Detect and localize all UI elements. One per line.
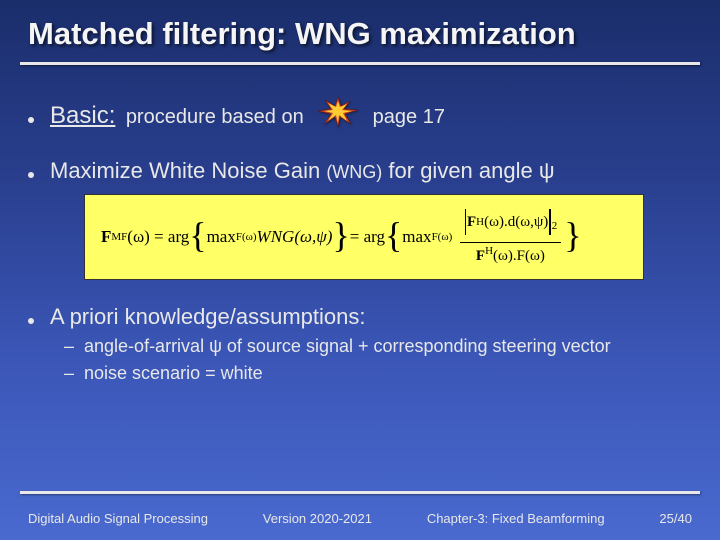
footer-chapter: Chapter-3: Fixed Beamforming [427,511,605,526]
bullet-1: Basic: procedure based on page 17 [28,93,692,130]
formula-max2-sub: F(ω) [432,231,453,243]
formula-max2: max [402,227,431,247]
bullet-3-text: A priori knowledge/assumptions: [50,304,366,330]
dash-icon: – [64,363,74,384]
formula-num-b: (ω).d(ω,ψ) [484,214,548,231]
formula-den-a-sup: H [485,245,493,257]
content-area: Basic: procedure based on page 17 Maximi… [0,65,720,384]
formula-lhs-sup: MF [111,231,127,243]
bullet-1-procedure: procedure based on [126,106,304,128]
bullet-dot-icon [28,318,34,324]
formula-mid: = arg [350,227,385,247]
footer: Digital Audio Signal Processing Version … [28,511,692,526]
footer-version: Version 2020-2021 [263,511,372,526]
sub-bullet-1: – angle-of-arrival ψ of source signal + … [64,336,692,357]
footer-rule [20,491,700,494]
formula-box: FMF(ω) = arg{maxF(ω) WNG(ω,ψ)} = arg{max… [84,194,644,280]
bullet-1-basic: Basic: [50,102,115,129]
dash-icon: – [64,336,74,357]
bullet-2-sub: (WNG) [326,162,382,182]
bullet-2: Maximize White Noise Gain (WNG) for give… [28,158,692,184]
explosion-icon [318,97,358,127]
formula-arg1: (ω) = arg [127,227,189,247]
bullet-dot-icon [28,172,34,178]
bullet-3: A priori knowledge/assumptions: [28,304,692,330]
formula-den-a: F [476,248,485,264]
formula-max1-sub: F(ω) [236,231,257,243]
sub-bullet-1-text: angle-of-arrival ψ of source signal + co… [84,336,611,357]
bullet-1-page-ref: page 17 [373,106,445,128]
sub-bullet-2-text: noise scenario = white [84,363,263,384]
formula-lhs: F [101,227,111,247]
formula-num-a: F [467,214,476,231]
formula-den-b: (ω).F(ω) [493,248,545,264]
bullet-2-post: for given angle ψ [382,158,554,183]
formula-wng: WNG(ω,ψ) [257,227,333,247]
formula-max1: max [207,227,236,247]
formula-num-a-sup: H [476,216,484,228]
footer-page: 25/40 [659,511,692,526]
sub-bullet-2: – noise scenario = white [64,363,692,384]
formula-abs-sup: 2 [552,220,558,232]
bullet-dot-icon [28,117,34,123]
formula-fraction: FH(ω).d(ω,ψ)2 FH(ω).F(ω) [460,209,562,265]
bullet-2-pre: Maximize White Noise Gain [50,158,326,183]
slide-title: Matched filtering: WNG maximization [0,0,720,60]
footer-left: Digital Audio Signal Processing [28,511,208,526]
